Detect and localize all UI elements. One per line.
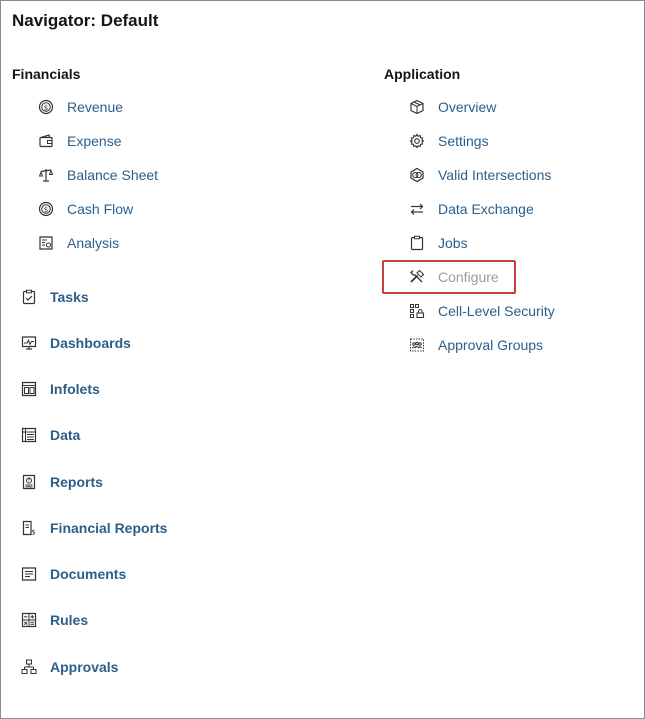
nav-item-tasks[interactable]: Tasks: [21, 285, 89, 309]
report-icon: [21, 474, 37, 490]
nav-item-label: Financial Reports: [50, 520, 168, 536]
nav-item-label: Approvals: [50, 659, 119, 675]
nav-item-label: Expense: [67, 133, 122, 149]
nav-item-dashboards[interactable]: Dashboards: [21, 331, 131, 355]
nav-item-label: Dashboards: [50, 335, 131, 351]
page-title: Navigator: Default: [12, 11, 159, 30]
nav-item-valid-intersections[interactable]: Valid Intersections: [408, 164, 551, 186]
nav-item-data-exchange[interactable]: Data Exchange: [408, 198, 534, 220]
financial-report-icon: $: [21, 520, 37, 536]
nav-item-label: Cell-Level Security: [438, 303, 555, 319]
nav-item-approvals[interactable]: Approvals: [21, 655, 118, 679]
nav-item-label: Jobs: [438, 235, 468, 251]
nav-item-label: Tasks: [50, 289, 89, 305]
wallet-icon: [37, 132, 55, 150]
nav-item-financial-reports[interactable]: $ Financial Reports: [21, 516, 167, 540]
nav-item-rules[interactable]: Rules: [21, 608, 88, 632]
nav-item-infolets[interactable]: Infolets: [21, 377, 100, 401]
nav-item-cash-flow[interactable]: $ Cash Flow: [37, 198, 133, 220]
configure-highlight-box: [382, 260, 516, 294]
nav-item-label: Approval Groups: [438, 337, 544, 353]
nav-item-label: Analysis: [67, 235, 120, 251]
rules-icon: [21, 612, 37, 628]
nav-item-label: Documents: [50, 566, 127, 582]
svg-text:$: $: [44, 206, 48, 214]
nav-item-label: Cash Flow: [67, 201, 134, 217]
analysis-icon: [37, 234, 55, 252]
financials-heading: Financials: [12, 66, 81, 82]
nav-item-label: Balance Sheet: [67, 167, 159, 183]
scale-icon: [37, 166, 55, 184]
dollar-circle-icon: $: [37, 200, 55, 218]
nav-item-overview[interactable]: Overview: [408, 96, 496, 118]
nav-item-label: Rules: [50, 612, 89, 628]
nav-item-label: Data Exchange: [438, 201, 534, 217]
document-icon: [21, 566, 37, 582]
nav-item-reports[interactable]: Reports: [21, 470, 103, 494]
nav-item-settings[interactable]: Settings: [408, 130, 489, 152]
gear-icon: [408, 132, 426, 150]
nav-item-approval-groups[interactable]: Approval Groups: [408, 334, 543, 356]
infolet-icon: [21, 381, 37, 397]
application-heading: Application: [384, 66, 461, 82]
navigator-panel: Navigator: Default Financials $ Revenue …: [0, 0, 645, 719]
data-grid-icon: [21, 427, 37, 443]
cell-security-icon: [408, 302, 426, 320]
dollar-circle-icon: $: [37, 98, 55, 116]
nav-item-documents[interactable]: Documents: [21, 562, 126, 586]
svg-text:$: $: [44, 104, 48, 112]
nav-item-label: Overview: [438, 99, 497, 115]
nav-item-balance-sheet[interactable]: Balance Sheet: [37, 164, 158, 186]
nav-item-data[interactable]: Data: [21, 423, 80, 447]
nav-item-label: Valid Intersections: [438, 167, 552, 183]
approval-groups-icon: [408, 336, 426, 354]
nav-item-expense[interactable]: Expense: [37, 130, 121, 152]
nav-item-label: Settings: [438, 133, 489, 149]
exchange-arrows-icon: [408, 200, 426, 218]
intersection-icon: [408, 166, 426, 184]
nav-item-label: Data: [50, 427, 81, 443]
nav-item-label: Reports: [50, 474, 103, 490]
nav-item-label: Revenue: [67, 99, 124, 115]
nav-item-cell-level-security[interactable]: Cell-Level Security: [408, 300, 555, 322]
monitor-chart-icon: [21, 335, 37, 351]
svg-text:$: $: [31, 529, 35, 537]
nav-item-analysis[interactable]: Analysis: [37, 232, 119, 254]
clipboard-check-icon: [21, 289, 37, 305]
nav-item-revenue[interactable]: $ Revenue: [37, 96, 123, 118]
hierarchy-icon: [21, 659, 37, 675]
cube-icon: [408, 98, 426, 116]
clipboard-icon: [408, 234, 426, 252]
nav-item-jobs[interactable]: Jobs: [408, 232, 468, 254]
nav-item-label: Infolets: [50, 381, 100, 397]
